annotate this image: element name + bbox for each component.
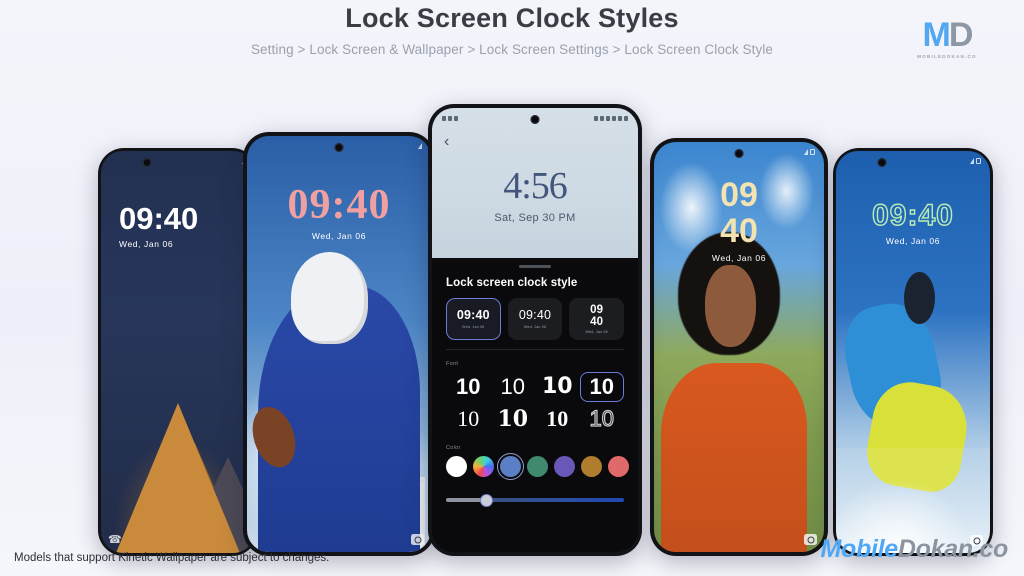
font-section-label: Font	[446, 361, 459, 367]
player-helmet-shape	[291, 252, 369, 344]
clock-style-option-3[interactable]: 09 40 Wed, Jan 06	[569, 298, 625, 340]
slider-track-right	[490, 498, 624, 502]
status-bar	[836, 155, 990, 167]
style-date: Wed, Jan 06	[462, 324, 485, 329]
style-time-line1: 09	[590, 303, 604, 316]
phone-mountain-screen: 09:40 Wed, Jan 06 ☎	[101, 151, 255, 553]
font-option-7[interactable]: 10	[535, 404, 580, 434]
clock-time: 09:40	[119, 201, 199, 236]
color-intensity-slider[interactable]	[446, 493, 624, 507]
snowboarder-head-shape	[903, 271, 935, 324]
lock-icon	[976, 158, 981, 164]
style-time: 09:40	[518, 308, 552, 323]
font-option-5[interactable]: 10	[446, 404, 491, 434]
style-date: Wed, Jan 06	[585, 330, 608, 335]
mountain-shape-main	[116, 403, 240, 553]
footer-note: Models that support Kinetic Wallpaper ar…	[14, 552, 330, 564]
signal-icon	[418, 143, 422, 149]
clock-date: Wed, Jan 06	[311, 231, 367, 241]
phone-showcase: 09:40 Wed, Jan 06 ☎ 09:40 Wed, Jan 06 09…	[0, 0, 1024, 576]
camera-shortcut-icon[interactable]	[411, 534, 424, 545]
watermark: MobileDokan.co	[821, 535, 1009, 564]
settings-screen-body: ‹ 4:56 Sat, Sep 30 PM Lock screen clock …	[432, 108, 638, 552]
sheet-divider	[446, 349, 624, 350]
font-option-3[interactable]: 10	[535, 372, 580, 402]
back-button[interactable]: ‹	[444, 134, 449, 150]
lockscreen-clock-quarterback: 09:40 Wed, Jan 06	[247, 184, 431, 241]
watermark-domain: Dokan.co	[897, 535, 1008, 563]
status-bar	[101, 155, 255, 167]
lockscreen-clock-woman: 09 40 Wed, Jan 06	[654, 178, 824, 263]
clock-style-option-1[interactable]: 09:40 Wed, Jan 06	[446, 298, 501, 340]
clock-style-option-2[interactable]: 09:40 Wed, Jan 06	[507, 298, 563, 340]
clock-time: 09:40	[287, 182, 391, 228]
font-option-1[interactable]: 10	[446, 372, 491, 402]
color-swatch-blue[interactable]	[497, 453, 524, 480]
clock-time-line2: 40	[720, 212, 758, 250]
color-swatch-rainbow[interactable]	[473, 456, 494, 477]
watermark-brand: Mobile	[820, 535, 899, 563]
clock-time: 09:40	[871, 199, 954, 232]
slider-handle[interactable]	[479, 493, 493, 507]
preview-clock-date: Sat, Sep 30 PM	[494, 212, 576, 224]
font-option-6[interactable]: 10	[491, 404, 536, 434]
color-section-label: Color	[446, 445, 461, 451]
font-sample: 10	[546, 406, 569, 431]
clock-date: Wed, Jan 06	[119, 239, 174, 249]
phone-icon[interactable]: ☎	[108, 534, 122, 546]
font-sample: 10	[500, 374, 525, 399]
color-swatch-white[interactable]	[446, 456, 467, 477]
signal-icon	[804, 149, 808, 155]
color-swatches	[446, 453, 629, 480]
camera-shortcut-icon[interactable]	[804, 534, 817, 545]
font-sample: 10	[589, 406, 615, 431]
phone-settings-screen: ‹ 4:56 Sat, Sep 30 PM Lock screen clock …	[432, 108, 638, 552]
phone-snowboarder-screen: 09:40 Wed, Jan 06	[836, 151, 990, 553]
sheet-drag-handle[interactable]	[519, 265, 551, 268]
phone-woman-screen: 09 40 Wed, Jan 06	[654, 142, 824, 552]
clock-date: Wed, Jan 06	[711, 253, 767, 263]
font-option-8[interactable]: 10	[580, 404, 625, 434]
phone-woman: 09 40 Wed, Jan 06	[650, 138, 828, 556]
status-bar	[247, 140, 431, 152]
phone-snowboarder: 09:40 Wed, Jan 06	[833, 148, 993, 556]
phone-quarterback-screen: 09:40 Wed, Jan 06	[247, 136, 431, 552]
signal-icon	[970, 158, 974, 164]
font-sample: 10	[541, 374, 573, 399]
lockscreen-clock-snowboarder: 09:40 Wed, Jan 06	[836, 199, 990, 246]
sheet-title: Lock screen clock style	[446, 277, 578, 289]
face-shape	[705, 265, 756, 347]
font-sample: 10	[589, 374, 614, 399]
style-time-line2: 40	[590, 315, 604, 328]
clock-time-line1: 09	[720, 176, 758, 214]
preview-clock-time: 4:56	[503, 165, 568, 207]
camera-punch-hole	[530, 115, 540, 124]
status-left-icons	[442, 115, 458, 121]
lock-icon	[810, 149, 815, 155]
lockscreen-clock-mountain: 09:40 Wed, Jan 06	[101, 203, 255, 249]
font-sample: 10	[456, 374, 481, 399]
phone-quarterback: 09:40 Wed, Jan 06	[243, 132, 435, 556]
status-right-icons	[594, 115, 628, 121]
color-swatch-brown[interactable]	[581, 456, 602, 477]
font-options-grid: 10 10 10 10 10 10 10 10	[446, 372, 624, 434]
phone-mountain: 09:40 Wed, Jan 06 ☎	[98, 148, 258, 556]
font-option-4[interactable]: 10	[579, 372, 624, 402]
clock-style-bottom-sheet: Lock screen clock style 09:40 Wed, Jan 0…	[432, 265, 638, 552]
style-time: 09:40	[456, 308, 490, 323]
clock-preview-panel: ‹ 4:56 Sat, Sep 30 PM	[432, 108, 638, 258]
sweater-shape	[660, 363, 807, 552]
color-swatch-purple[interactable]	[554, 456, 575, 477]
font-option-2[interactable]: 10	[491, 372, 536, 402]
color-swatch-green[interactable]	[527, 456, 548, 477]
color-swatch-salmon[interactable]	[608, 456, 629, 477]
clock-date: Wed, Jan 06	[885, 236, 941, 246]
font-sample: 10	[457, 406, 480, 431]
style-date: Wed, Jan 06	[523, 324, 547, 329]
status-bar	[654, 146, 824, 158]
font-sample: 10	[497, 406, 529, 432]
clock-style-options: 09:40 Wed, Jan 06 09:40 Wed, Jan 06 09 4…	[446, 298, 625, 340]
phone-settings-center: ‹ 4:56 Sat, Sep 30 PM Lock screen clock …	[428, 104, 642, 556]
slider-track-left	[446, 498, 482, 502]
